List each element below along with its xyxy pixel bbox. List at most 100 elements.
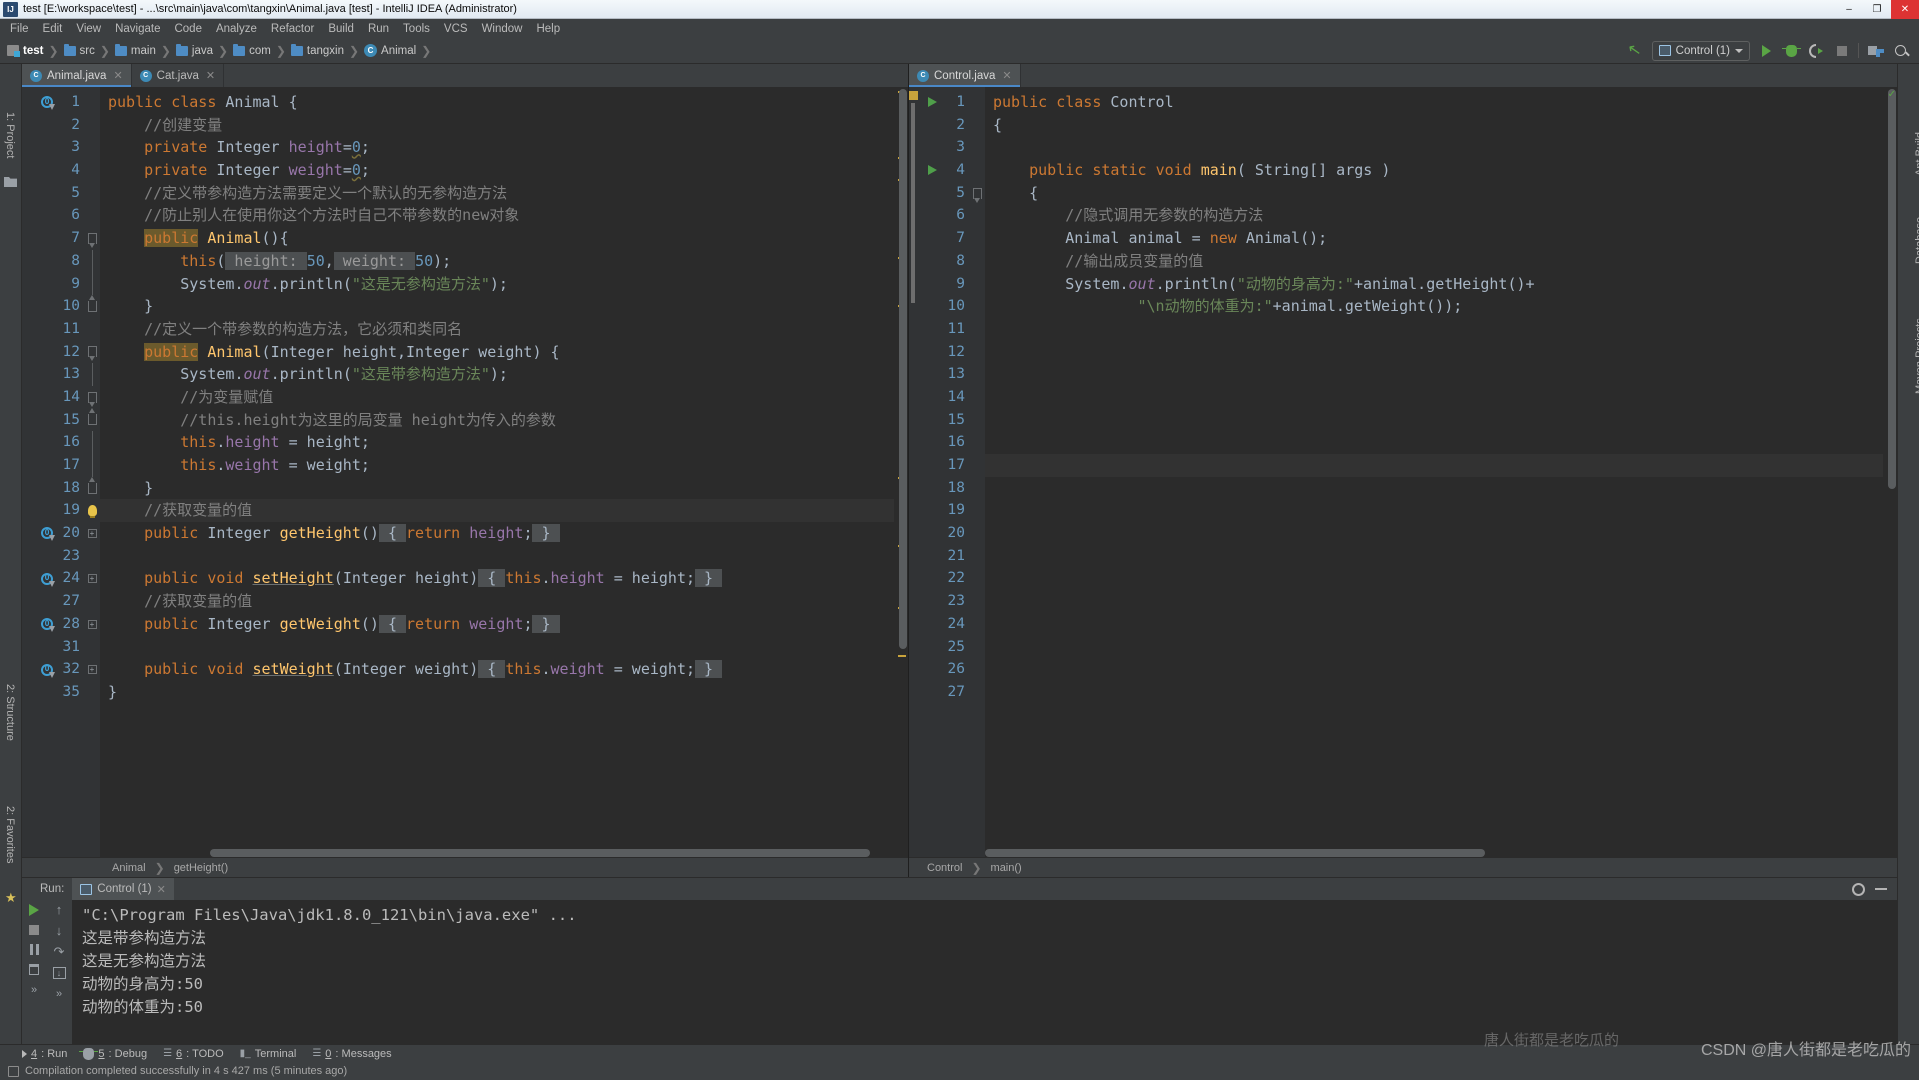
- tab-control-java[interactable]: C Control.java ✕: [909, 64, 1021, 87]
- down-arrow-icon[interactable]: ↓: [56, 924, 63, 937]
- menu-item-refactor[interactable]: Refactor: [264, 22, 321, 36]
- code-line: public Animal(){: [144, 229, 289, 248]
- run-tab-control[interactable]: Control (1) ✕: [72, 878, 174, 900]
- breadcrumb-class[interactable]: Control: [927, 862, 962, 874]
- project-structure-button[interactable]: [1867, 42, 1884, 59]
- menu-item-navigate[interactable]: Navigate: [108, 22, 167, 36]
- fold-marker[interactable]: +: [84, 567, 100, 590]
- intention-bulb-icon[interactable]: [84, 499, 100, 522]
- fold-marker[interactable]: [84, 341, 100, 364]
- breadcrumb-class[interactable]: Animal: [112, 862, 146, 874]
- fold-marker[interactable]: [84, 386, 100, 409]
- fold-marker[interactable]: [969, 182, 985, 205]
- horizontal-scrollbar-right[interactable]: [985, 849, 1883, 857]
- trash-icon[interactable]: [29, 964, 39, 975]
- close-icon[interactable]: ✕: [113, 69, 122, 82]
- overview-strip-left[interactable]: [894, 87, 908, 857]
- debug-button[interactable]: [1782, 42, 1801, 59]
- fold-marker[interactable]: [84, 408, 100, 432]
- menu-item-file[interactable]: File: [3, 22, 36, 36]
- fold-gutter-right[interactable]: [969, 87, 985, 857]
- fold-marker[interactable]: [84, 227, 100, 250]
- bottom-tab-todo[interactable]: ☰ 6: TODO: [163, 1048, 224, 1060]
- bottom-tab-messages[interactable]: ☰ 0: Messages: [312, 1048, 391, 1060]
- override-icon[interactable]: O: [40, 96, 55, 111]
- maximize-button[interactable]: ❐: [1863, 0, 1891, 19]
- up-arrow-icon[interactable]: ↑: [56, 903, 63, 916]
- more-icon[interactable]: »: [56, 988, 62, 1000]
- rerun-icon[interactable]: [29, 904, 39, 916]
- breadcrumb-item-animal[interactable]: C Animal: [363, 44, 417, 57]
- breadcrumb-item-test[interactable]: test: [6, 45, 44, 57]
- minimize-button[interactable]: –: [1835, 0, 1863, 19]
- fold-marker[interactable]: [84, 295, 100, 318]
- fold-marker[interactable]: +: [84, 613, 100, 636]
- override-icon[interactable]: O: [40, 618, 55, 633]
- run-method-icon[interactable]: [925, 165, 939, 176]
- fold-marker[interactable]: +: [84, 522, 100, 545]
- menu-item-help[interactable]: Help: [529, 22, 567, 36]
- run-button[interactable]: [1758, 42, 1775, 59]
- soft-wrap-icon[interactable]: ↷: [54, 945, 65, 958]
- line-number-gutter-right[interactable]: 1 2 3 4 5 6 7 8 9 10 11 12 13 14 15 16 1…: [919, 87, 969, 857]
- override-icon[interactable]: O: [40, 663, 55, 678]
- tab-cat-java[interactable]: C Cat.java ✕: [131, 64, 225, 87]
- menu-item-tools[interactable]: Tools: [396, 22, 437, 36]
- sidebar-item-project[interactable]: 1: Project: [4, 112, 16, 158]
- breadcrumb-item-main[interactable]: main: [114, 43, 157, 57]
- bottom-tab-terminal[interactable]: ▮_ Terminal: [240, 1048, 297, 1060]
- console-output[interactable]: "C:\Program Files\Java\jdk1.8.0_121\bin\…: [72, 900, 1897, 1044]
- breadcrumb-item-com[interactable]: com: [232, 43, 272, 57]
- breadcrumb-item-tangxin[interactable]: tangxin: [290, 43, 345, 57]
- hide-icon[interactable]: [1875, 888, 1887, 890]
- editor-body-left[interactable]: O1 2 3 4 5 6 7 8 9 10 11 12 13 14 15 16 …: [22, 87, 908, 857]
- breadcrumb-method[interactable]: getHeight(): [174, 862, 228, 874]
- gear-icon[interactable]: [1852, 882, 1865, 896]
- menu-item-window[interactable]: Window: [475, 22, 530, 36]
- run-with-coverage-button[interactable]: [1808, 42, 1825, 59]
- tab-animal-java[interactable]: C Animal.java ✕: [22, 64, 132, 87]
- sidebar-item-structure[interactable]: 2: Structure: [4, 684, 16, 741]
- pause-icon[interactable]: [29, 944, 39, 955]
- menu-item-run[interactable]: Run: [361, 22, 396, 36]
- menu-item-analyze[interactable]: Analyze: [209, 22, 264, 36]
- fold-gutter-left[interactable]: + + + +: [84, 87, 100, 857]
- menu-item-view[interactable]: View: [69, 22, 108, 36]
- bottom-tab-run[interactable]: 4: Run: [22, 1048, 67, 1060]
- fold-marker[interactable]: +: [84, 658, 100, 681]
- sidebar-item-maven-projects[interactable]: Maven Projects: [1914, 318, 1919, 394]
- menu-item-edit[interactable]: Edit: [36, 22, 70, 36]
- editor-body-right[interactable]: 1 2 3 4 5 6 7 8 9 10 11 12 13 14 15 16 1…: [909, 87, 1897, 857]
- horizontal-scrollbar-left[interactable]: [100, 849, 894, 857]
- sidebar-item-favorites[interactable]: 2: Favorites: [4, 806, 16, 863]
- close-icon[interactable]: ✕: [1002, 69, 1011, 82]
- fold-marker[interactable]: [84, 476, 100, 500]
- close-icon[interactable]: ✕: [206, 69, 215, 82]
- code-line: }: [108, 682, 118, 701]
- stop-icon[interactable]: [29, 925, 39, 935]
- menu-item-code[interactable]: Code: [167, 22, 209, 36]
- overview-strip-right[interactable]: ✓: [1883, 87, 1897, 857]
- menu-item-build[interactable]: Build: [321, 22, 361, 36]
- line-number-gutter-left[interactable]: O1 2 3 4 5 6 7 8 9 10 11 12 13 14 15 16 …: [32, 87, 84, 857]
- search-everywhere-icon[interactable]: [1892, 42, 1909, 59]
- code-text-left[interactable]: public class Animal { //创建变量 private Int…: [100, 87, 894, 857]
- override-icon[interactable]: O: [40, 572, 55, 587]
- override-icon[interactable]: O: [40, 527, 55, 542]
- breadcrumb-method[interactable]: main(): [991, 862, 1022, 874]
- breadcrumb-item-java[interactable]: java: [175, 43, 214, 57]
- close-icon[interactable]: ✕: [157, 883, 166, 896]
- sidebar-item-database[interactable]: Database: [1914, 217, 1919, 264]
- run-configuration-selector[interactable]: Control (1): [1651, 40, 1750, 61]
- more-icon[interactable]: »: [31, 984, 37, 996]
- scroll-to-end-icon[interactable]: ↓: [52, 967, 66, 979]
- close-button[interactable]: ✕: [1891, 0, 1919, 19]
- code-text-right[interactable]: public class Control { public static voi…: [985, 87, 1883, 857]
- jump-to-source-icon[interactable]: ↖: [1627, 40, 1644, 59]
- sidebar-item-ant-build[interactable]: Ant Build: [1914, 132, 1919, 176]
- breadcrumb-item-src[interactable]: src: [63, 43, 96, 57]
- stop-button[interactable]: [1833, 42, 1850, 59]
- run-class-icon[interactable]: [925, 97, 939, 108]
- bottom-tab-debug[interactable]: 5: Debug: [79, 1047, 147, 1060]
- menu-item-vcs[interactable]: VCS: [437, 22, 475, 36]
